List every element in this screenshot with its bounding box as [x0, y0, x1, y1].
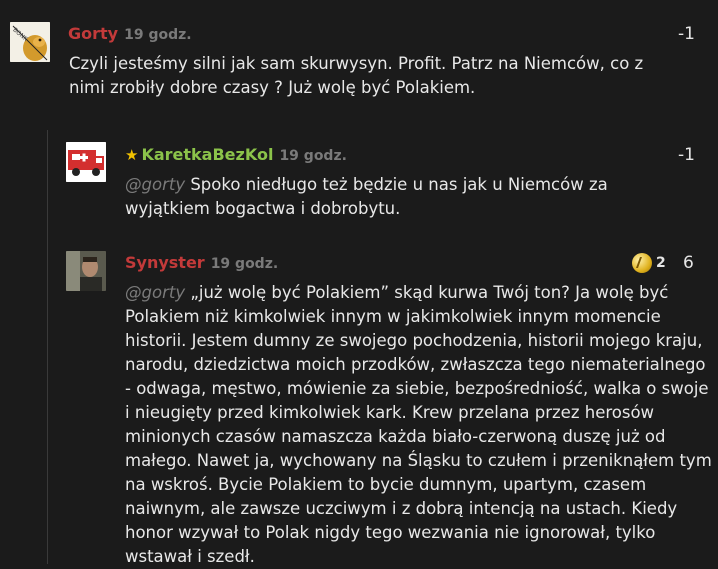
vote-score: -1 — [678, 24, 695, 44]
comment-body: „już wolę być Polakiem” skąd kurwa Twój … — [125, 283, 712, 566]
avatar[interactable]: BONK — [10, 22, 50, 62]
vote-score: -1 — [678, 145, 695, 165]
timestamp[interactable]: 19 godz. — [211, 256, 278, 272]
comment-header: Synyster 19 godz. — [125, 253, 278, 274]
timestamp[interactable]: 19 godz. — [279, 148, 346, 164]
mention-link[interactable]: @gorty — [125, 283, 185, 302]
comment-body: Czyli jesteśmy silni jak sam skurwysyn. … — [69, 54, 644, 97]
avatar[interactable] — [66, 142, 106, 182]
dog-avatar-icon: BONK — [10, 22, 50, 62]
award-badge[interactable]: 2 — [632, 253, 666, 273]
comment-header: ★ KaretkaBezKol 19 godz. — [125, 145, 347, 166]
mention-link[interactable]: @gorty — [125, 175, 185, 194]
gold-coin-icon — [632, 253, 652, 273]
author-name[interactable]: Synyster — [125, 253, 205, 272]
comment-text: @gorty „już wolę być Polakiem” skąd kurw… — [125, 281, 715, 569]
ambulance-avatar-icon — [66, 142, 106, 182]
award-count: 2 — [656, 255, 666, 271]
comment-text: @gorty Spoko niedługo też będzie u nas j… — [125, 173, 685, 221]
author-name[interactable]: KaretkaBezKol — [141, 145, 273, 164]
comment-text: Czyli jesteśmy silni jak sam skurwysyn. … — [69, 52, 659, 100]
thread-line — [47, 130, 48, 564]
comment-header: Gorty 19 godz. — [68, 24, 192, 45]
timestamp[interactable]: 19 godz. — [124, 27, 191, 43]
person-avatar-icon — [66, 251, 106, 291]
star-icon: ★ — [125, 146, 139, 164]
comment-body: Spoko niedługo też będzie u nas jak u Ni… — [125, 175, 608, 218]
avatar[interactable] — [66, 251, 106, 291]
author-name[interactable]: Gorty — [68, 24, 118, 43]
vote-score: 6 — [683, 253, 694, 273]
